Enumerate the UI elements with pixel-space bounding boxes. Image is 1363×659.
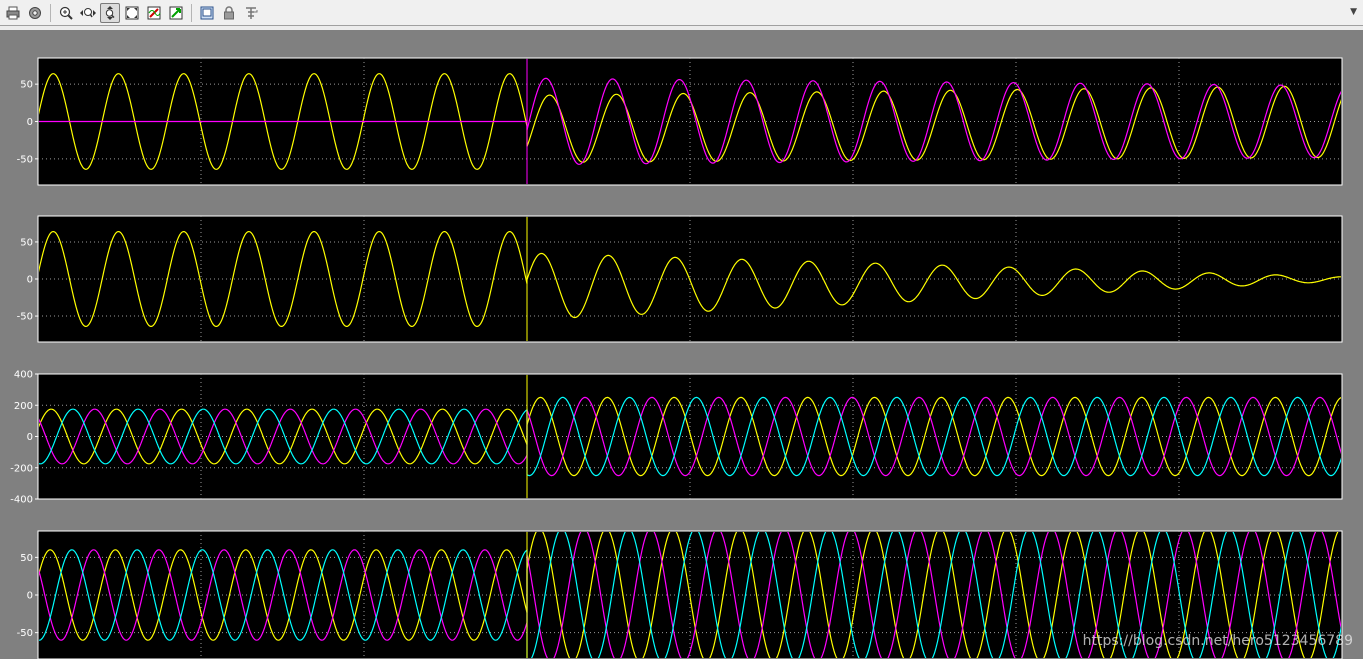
y-tick-label: -200: [10, 463, 33, 474]
y-tick-label: 0: [27, 591, 33, 602]
y-tick-label: -400: [10, 495, 33, 506]
y-tick-label: 50: [20, 553, 33, 564]
y-tick-label: -50: [17, 628, 33, 639]
y-tick-label: 400: [14, 370, 33, 381]
scope-axes-1: -50 0 50: [17, 57, 1343, 186]
y-tick-label: 0: [27, 432, 33, 443]
scope-plots: -50 0 50 -50 0 50 -400 -200 0 200 400 -50 0 50: [10, 57, 1343, 659]
scope-axes-3: -400 -200 0 200 400: [10, 370, 1343, 506]
y-tick-label: 0: [27, 117, 33, 128]
y-tick-label: 50: [20, 237, 33, 248]
y-tick-label: -50: [17, 312, 33, 323]
scope-axes-2: -50 0 50: [17, 215, 1343, 343]
y-tick-label: 200: [14, 401, 33, 412]
watermark: https://blog.csdn.net/hero5123456789: [1082, 633, 1353, 649]
y-tick-label: 50: [20, 80, 33, 91]
y-tick-label: -50: [17, 154, 33, 165]
y-tick-label: 0: [27, 275, 33, 286]
